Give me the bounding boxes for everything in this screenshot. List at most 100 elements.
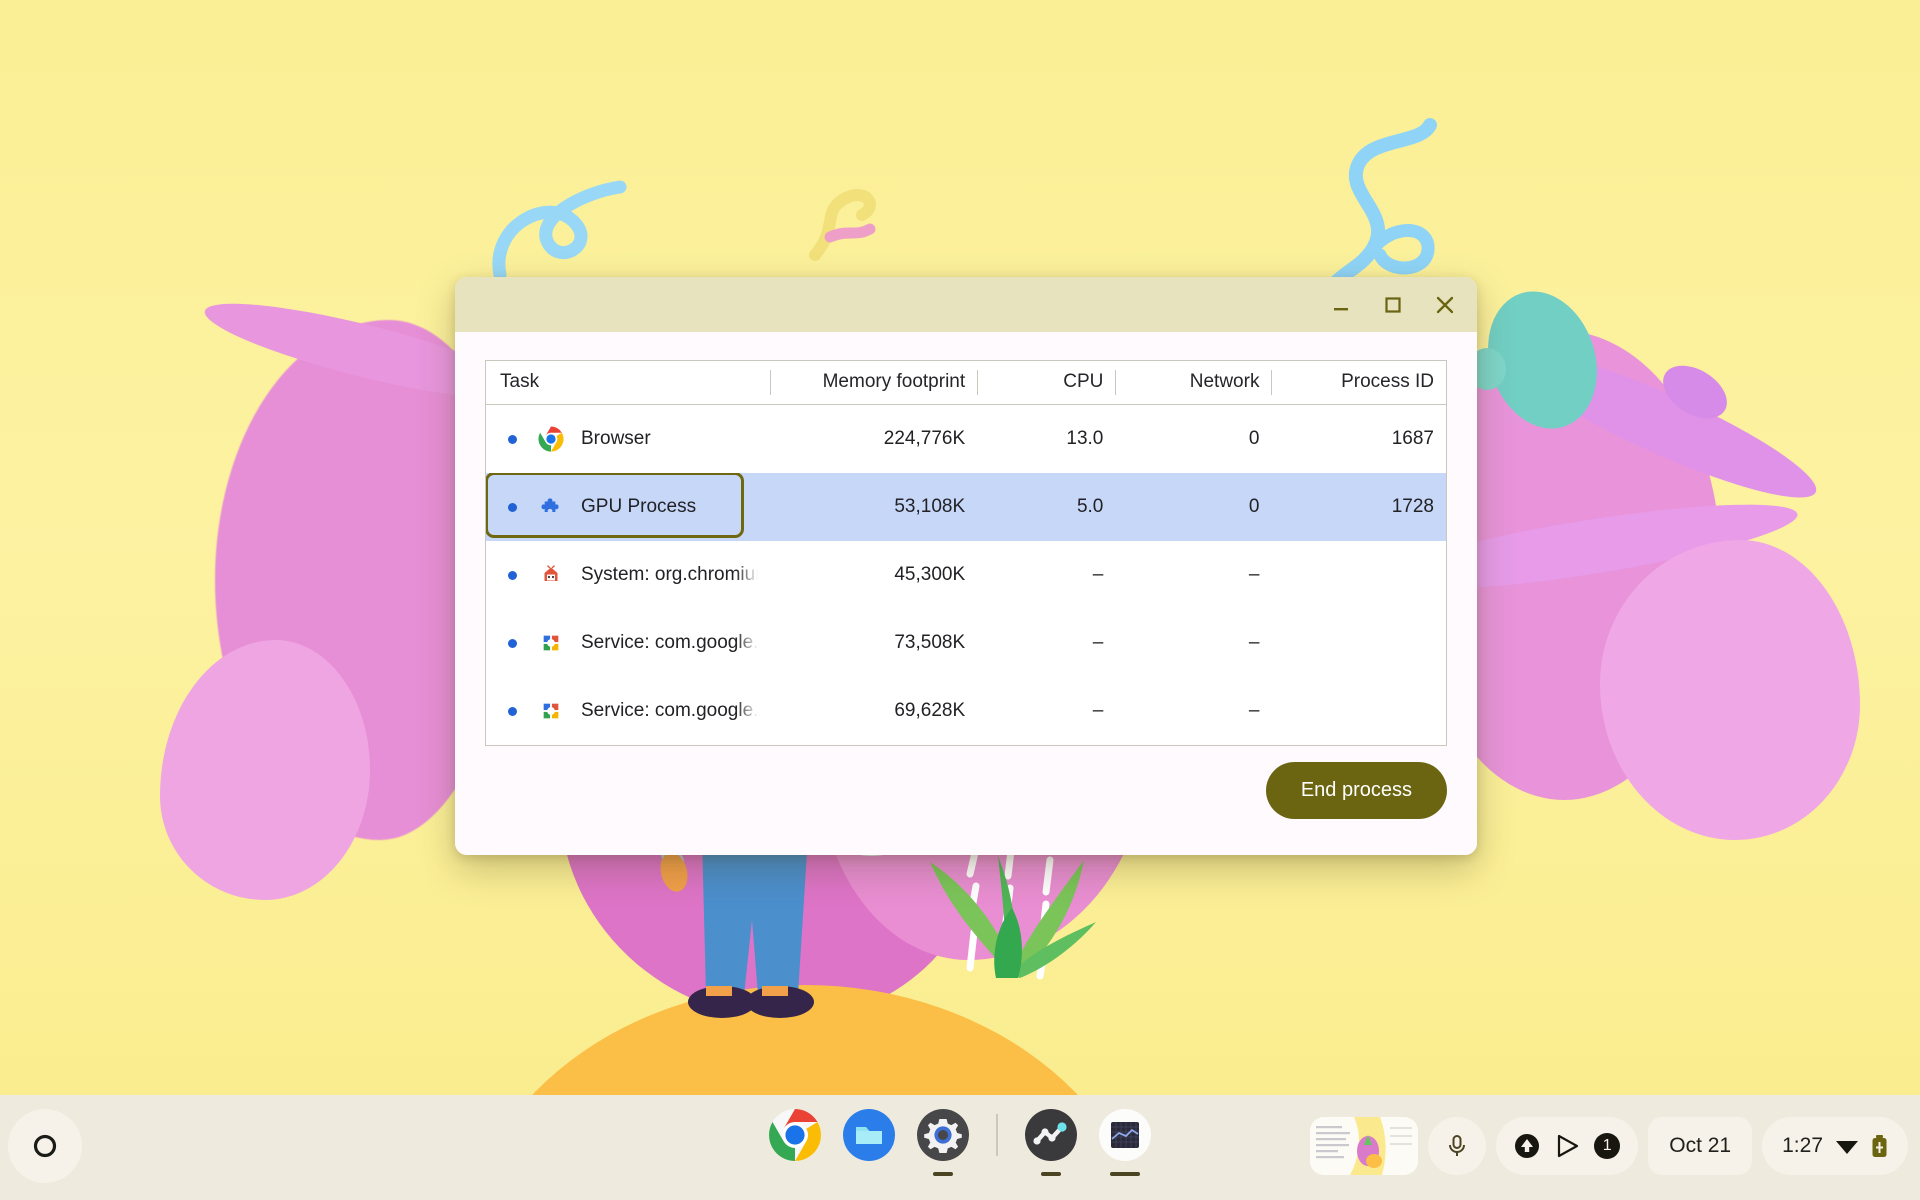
shelf: 1 Oct 21 1:27 xyxy=(0,1095,1920,1200)
cell-memory: 73,508K xyxy=(894,632,966,653)
column-header-network[interactable]: Network xyxy=(1115,360,1272,405)
notification-badge: 1 xyxy=(1594,1133,1621,1159)
column-header-pid[interactable]: Process ID xyxy=(1271,360,1447,405)
cell-task[interactable]: Service: com.google.ar xyxy=(486,677,770,746)
column-header-label: Process ID xyxy=(1341,371,1434,392)
shelf-app-list xyxy=(765,1105,1155,1176)
clock-label: 1:27 xyxy=(1782,1134,1823,1157)
wifi-icon xyxy=(1836,1141,1858,1154)
microphone-button[interactable] xyxy=(1428,1117,1487,1175)
task-favicon xyxy=(538,426,564,452)
table-header-row: Task Memory footprint CPU Network Proces… xyxy=(485,360,1447,405)
cell-pid xyxy=(1271,677,1446,746)
upload-arrow-icon xyxy=(1515,1134,1540,1158)
wallpaper-squiggle xyxy=(492,180,627,282)
window-titlebar xyxy=(455,277,1477,332)
shelf-status-area: 1 Oct 21 1:27 xyxy=(1310,1107,1908,1185)
app-running-indicator xyxy=(933,1172,953,1176)
column-header-label: Network xyxy=(1189,371,1260,392)
cell-task[interactable]: Browser xyxy=(486,405,770,474)
launcher-button[interactable] xyxy=(8,1109,82,1183)
status-dot-icon xyxy=(508,434,517,444)
column-divider xyxy=(769,370,771,395)
task-favicon xyxy=(538,698,564,724)
close-icon xyxy=(1436,296,1454,313)
chrome-icon xyxy=(538,426,564,452)
task-manager-icon xyxy=(1099,1109,1151,1161)
cell-network: – xyxy=(1248,700,1260,721)
cell-task[interactable]: System: org.chromium xyxy=(486,541,770,609)
cell-pid: 1728 xyxy=(1271,473,1447,541)
cell-pid xyxy=(1271,609,1446,677)
table-row[interactable]: GPU Process 53,108K 5.0 0 1728 xyxy=(485,473,1447,541)
cell-network: – xyxy=(1248,564,1260,585)
status-time-button[interactable]: 1:27 xyxy=(1762,1117,1908,1175)
process-table-body: Browser 224,776K 13.0 0 1687 GPU Process 53,1… xyxy=(485,405,1447,746)
status-dot-icon xyxy=(508,502,517,512)
cell-task[interactable]: Service: com.google.ar xyxy=(486,609,770,677)
process-table: Task Memory footprint CPU Network Proces… xyxy=(485,360,1447,746)
cell-memory: 224,776K xyxy=(883,428,966,449)
maximize-button[interactable] xyxy=(1367,282,1419,328)
close-button[interactable] xyxy=(1419,282,1471,328)
minimize-icon xyxy=(1334,307,1348,310)
cell-cpu: – xyxy=(1092,564,1104,585)
cell-cpu: 5.0 xyxy=(977,473,1116,541)
column-header-cpu[interactable]: CPU xyxy=(977,360,1116,405)
system-tray[interactable]: 1 xyxy=(1496,1117,1639,1175)
table-row[interactable]: System: org.chromium 45,300K – – xyxy=(486,541,1447,609)
cell-pid xyxy=(1271,541,1446,609)
cell-network: – xyxy=(1248,632,1260,653)
column-header-memory[interactable]: Memory footprint xyxy=(769,360,978,405)
table-row[interactable]: Service: com.google.ar 69,628K – – xyxy=(486,677,1447,746)
column-header-task[interactable]: Task xyxy=(485,360,770,405)
task-manager-window: Task Memory footprint CPU Network Proces… xyxy=(455,277,1477,855)
shelf-item-diagnostics[interactable] xyxy=(1021,1105,1081,1176)
task-label: System: org.chromium xyxy=(581,564,758,585)
cell-network: 0 xyxy=(1115,473,1272,541)
cell-task[interactable]: GPU Process xyxy=(485,473,770,541)
column-header-label: CPU xyxy=(1063,371,1104,392)
task-favicon xyxy=(538,630,564,656)
column-divider xyxy=(1115,370,1117,395)
task-favicon xyxy=(538,494,564,520)
table-row[interactable]: Browser 224,776K 13.0 0 1687 xyxy=(486,405,1447,474)
cell-pid: 1687 xyxy=(1391,428,1434,449)
wallpaper-squiggle xyxy=(809,189,876,261)
column-divider xyxy=(1271,370,1273,395)
window-preview-image xyxy=(1310,1117,1419,1175)
cell-memory: 53,108K xyxy=(769,473,978,541)
column-divider xyxy=(977,370,979,395)
date-button[interactable]: Oct 21 xyxy=(1648,1117,1753,1175)
cell-cpu: 13.0 xyxy=(1066,428,1104,449)
maximize-icon xyxy=(1385,296,1401,313)
task-label: GPU Process xyxy=(581,496,697,517)
app-running-indicator xyxy=(1110,1172,1140,1176)
shelf-item-task-manager[interactable] xyxy=(1095,1105,1155,1176)
chrome-icon xyxy=(769,1109,821,1161)
status-dot-icon xyxy=(508,706,517,716)
battery-charging-icon xyxy=(1872,1135,1887,1157)
android-system-icon xyxy=(540,564,562,586)
play-triangle-icon xyxy=(1558,1134,1579,1158)
task-manager-body: Task Memory footprint CPU Network Proces… xyxy=(455,332,1477,855)
task-label: Browser xyxy=(581,428,651,449)
table-row[interactable]: Service: com.google.ar 73,508K – – xyxy=(486,609,1447,677)
cell-memory: 69,628K xyxy=(894,700,966,721)
minimize-button[interactable] xyxy=(1315,282,1367,328)
shelf-item-settings[interactable] xyxy=(913,1105,973,1176)
puzzle-icon xyxy=(541,498,559,513)
status-dot-icon xyxy=(508,638,517,648)
task-favicon xyxy=(538,562,564,588)
files-folder-icon xyxy=(843,1109,895,1161)
shelf-item-files[interactable] xyxy=(839,1105,899,1165)
shelf-separator xyxy=(996,1114,998,1156)
column-header-label: Memory footprint xyxy=(822,371,966,392)
cell-cpu: – xyxy=(1092,632,1104,653)
window-preview-thumbnail[interactable] xyxy=(1310,1117,1419,1175)
shelf-item-chrome[interactable] xyxy=(765,1105,825,1165)
android-service-icon xyxy=(543,635,559,651)
end-process-button[interactable]: End process xyxy=(1265,762,1447,819)
microphone-icon xyxy=(1449,1135,1466,1156)
dialog-actions: End process xyxy=(1265,762,1447,819)
